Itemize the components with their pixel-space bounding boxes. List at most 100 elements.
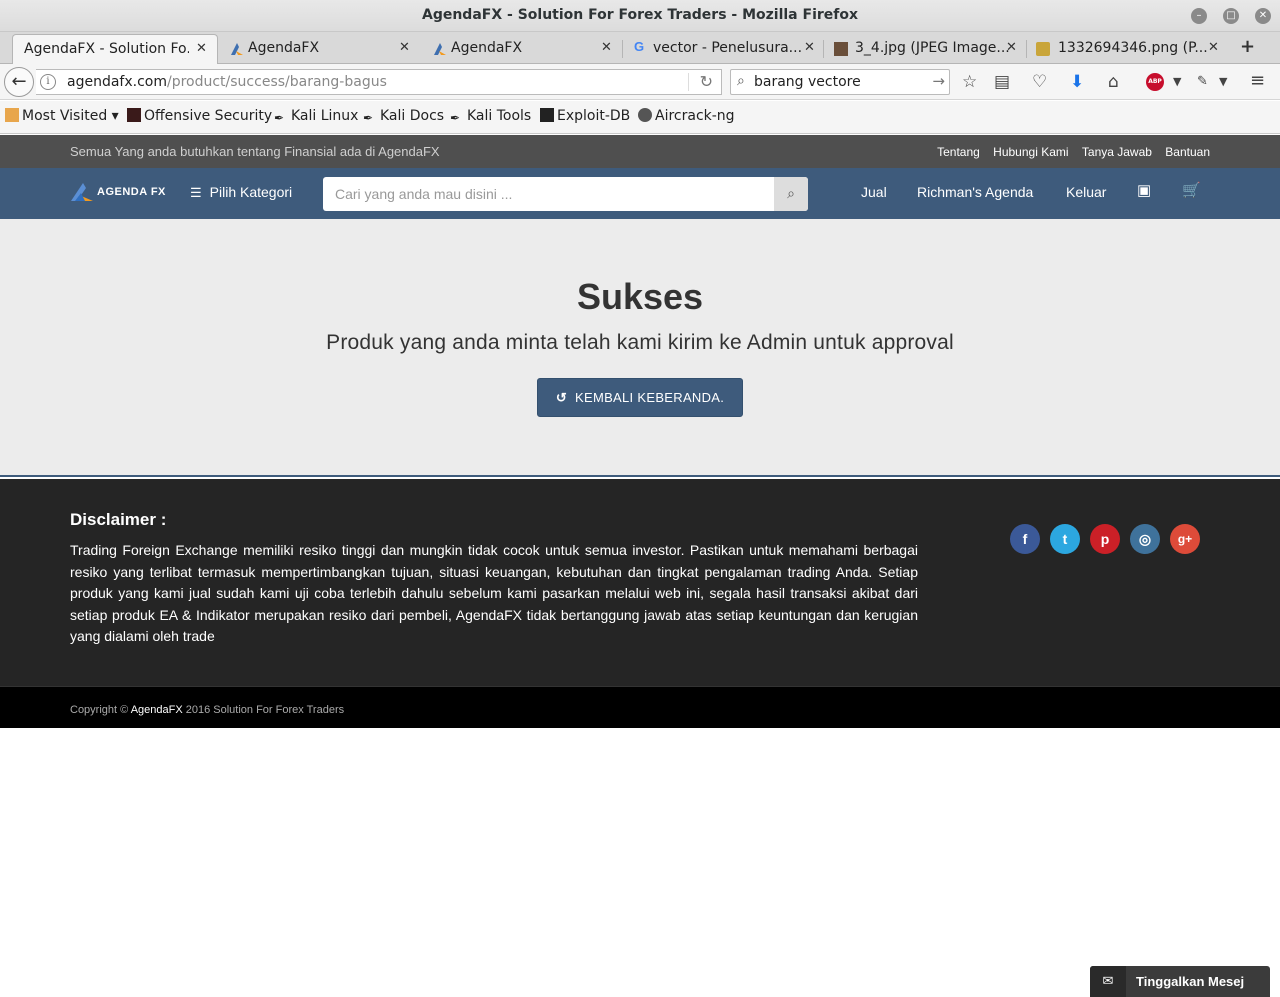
tab-agendafx-2[interactable]: AgendaFX ✕ (220, 34, 420, 64)
google-icon: G (634, 39, 645, 54)
tab-bar: AgendaFX - Solution Fo... ✕ AgendaFX ✕ A… (0, 32, 1280, 64)
leave-message-widget[interactable]: ✉ Tinggalkan Mesej (1090, 966, 1270, 997)
disclaimer-text: Trading Foreign Exchange memiliki resiko… (70, 542, 918, 644)
shopping-cart-icon[interactable]: 🛒 (1182, 181, 1201, 199)
folder-icon (5, 108, 19, 122)
bookmarks-toolbar: Most Visited ▾ Offensive Security ✒ Kali … (0, 101, 1280, 134)
url-bar[interactable]: i agendafx.com/product/success/barang-ba… (36, 69, 722, 95)
new-tab-plus-icon[interactable]: + (1240, 36, 1255, 57)
maximize-button[interactable]: □ (1223, 8, 1239, 24)
chevron-down-icon[interactable]: ▼ (1219, 75, 1227, 88)
window-titlebar: AgendaFX - Solution For Forex Traders - … (0, 0, 1280, 32)
tab-separator (823, 40, 824, 58)
agendafx-logo-icon (231, 43, 243, 55)
bookmark-kali-linux[interactable]: ✒ Kali Linux (274, 108, 358, 125)
tab-close-icon[interactable]: ✕ (1208, 40, 1219, 55)
search-go-arrow-icon[interactable]: → (932, 72, 945, 90)
chevron-down-icon[interactable]: ▼ (1173, 75, 1181, 88)
agendafx-logo-icon (434, 43, 446, 55)
adblock-plus-icon[interactable]: ABP (1146, 73, 1164, 91)
copyright-text: Copyright © AgendaFX 2016 Solution For F… (70, 704, 344, 716)
envelope-icon: ✉ (1090, 966, 1126, 997)
tab-png-image[interactable]: 1332694346.png (P... ✕ (1028, 34, 1226, 64)
success-section: Sukses Produk yang anda minta telah kami… (0, 219, 1280, 477)
hamburger-menu-icon[interactable]: ≡ (1250, 70, 1265, 91)
site-tagline: Semua Yang anda butuhkan tentang Finansi… (70, 144, 440, 159)
bookmark-kali-tools[interactable]: ✒ Kali Tools (450, 108, 531, 125)
url-text[interactable]: agendafx.com/product/success/barang-bagu… (67, 74, 387, 90)
download-arrow-icon[interactable]: ⬇ (1070, 72, 1084, 92)
google-plus-icon[interactable]: g+ (1170, 524, 1200, 554)
pinterest-icon[interactable]: p (1090, 524, 1120, 554)
tab-close-icon[interactable]: ✕ (1006, 40, 1017, 55)
copyright-bar: Copyright © AgendaFX 2016 Solution For F… (0, 686, 1280, 728)
info-icon[interactable]: i (40, 74, 56, 90)
kali-icon: ✒ (274, 111, 285, 125)
kali-icon: ✒ (363, 111, 374, 125)
web-page: Semua Yang anda butuhkan tentang Finansi… (0, 135, 1280, 997)
bookmark-label: Offensive Security (144, 108, 273, 124)
tab-google-search[interactable]: G vector - Penelusura... ✕ (624, 34, 822, 64)
bookmark-aircrack-ng[interactable]: Aircrack-ng (638, 108, 735, 124)
site-search-box: ⌕ (323, 177, 808, 211)
url-host: agendafx.com (67, 74, 167, 90)
search-value: barang vectore (754, 74, 861, 90)
nav-link-keluar[interactable]: Keluar (1066, 184, 1106, 200)
close-window-button[interactable]: ✕ (1255, 8, 1271, 24)
bookmark-kali-docs[interactable]: ✒ Kali Docs (363, 108, 444, 125)
site-search-input[interactable] (323, 177, 774, 211)
bookmark-label: Kali Tools (467, 108, 532, 124)
reading-list-icon[interactable]: ▤ (994, 72, 1010, 92)
tab-agendafx-active[interactable]: AgendaFX - Solution Fo... ✕ (12, 34, 218, 64)
home-icon[interactable]: ⌂ (1108, 72, 1119, 92)
site-logo[interactable]: AGENDA FX (71, 183, 166, 205)
tab-label: AgendaFX (248, 40, 320, 56)
category-menu-button[interactable]: ☰ Pilih Kategori (190, 184, 292, 201)
site-search-button[interactable]: ⌕ (774, 177, 808, 211)
url-path: /product/success/barang-bagus (166, 74, 387, 90)
aircrack-icon (638, 108, 652, 122)
top-link-tanya-jawab[interactable]: Tanya Jawab (1082, 145, 1152, 159)
site-main-nav: AGENDA FX ☰ Pilih Kategori ⌕ Jual Richman… (0, 168, 1280, 219)
tab-jpeg-image[interactable]: 3_4.jpg (JPEG Image... ✕ (826, 34, 1024, 64)
pocket-icon[interactable]: ♡ (1032, 72, 1047, 92)
exploitdb-icon (540, 108, 554, 122)
site-top-strip: Semua Yang anda butuhkan tentang Finansi… (0, 135, 1280, 168)
bookmark-star-icon[interactable]: ☆ (962, 72, 977, 92)
bookmark-label: Kali Docs (380, 108, 445, 124)
tab-close-icon[interactable]: ✕ (601, 40, 612, 55)
extension-icon[interactable]: ✎ (1197, 74, 1208, 89)
success-message: Produk yang anda minta telah kami kirim … (326, 331, 954, 354)
tab-close-icon[interactable]: ✕ (196, 41, 207, 56)
tab-agendafx-3[interactable]: AgendaFX ✕ (423, 34, 620, 64)
tab-separator (622, 40, 623, 58)
tab-close-icon[interactable]: ✕ (804, 40, 815, 55)
back-arrow-icon[interactable]: ← (4, 67, 34, 97)
reload-icon[interactable]: ↻ (700, 72, 713, 91)
top-link-tentang[interactable]: Tentang (937, 145, 980, 159)
category-label: Pilih Kategori (209, 184, 293, 200)
browser-search-input[interactable]: ⌕ barang vectore → (730, 69, 950, 95)
minimize-button[interactable]: – (1191, 8, 1207, 24)
back-to-home-label: KEMBALI KEBERANDA. (575, 390, 725, 405)
nav-link-richmans-agenda[interactable]: Richman's Agenda (917, 184, 1033, 200)
nav-link-jual[interactable]: Jual (861, 184, 887, 200)
instagram-icon[interactable]: ◎ (1130, 524, 1160, 554)
window-title: AgendaFX - Solution For Forex Traders - … (421, 7, 859, 23)
kali-icon: ✒ (450, 111, 461, 125)
bookmark-offensive-security[interactable]: Offensive Security (127, 108, 272, 124)
tab-label: AgendaFX - Solution Fo... (24, 41, 189, 57)
bookmark-exploit-db[interactable]: Exploit-DB (540, 108, 630, 124)
money-icon[interactable]: ▣ (1137, 181, 1151, 199)
offsec-icon (127, 108, 141, 122)
back-to-home-button[interactable]: ↺ KEMBALI KEBERANDA. (537, 378, 743, 417)
bookmark-most-visited[interactable]: Most Visited ▾ (5, 108, 119, 124)
image-thumb-icon (1036, 42, 1050, 56)
top-link-hubungi-kami[interactable]: Hubungi Kami (993, 145, 1068, 159)
url-divider (688, 73, 689, 91)
facebook-icon[interactable]: f (1010, 524, 1040, 554)
tab-close-icon[interactable]: ✕ (399, 40, 410, 55)
twitter-icon[interactable]: t (1050, 524, 1080, 554)
copyright-brand-link[interactable]: AgendaFX (131, 704, 183, 716)
top-link-bantuan[interactable]: Bantuan (1165, 145, 1210, 159)
